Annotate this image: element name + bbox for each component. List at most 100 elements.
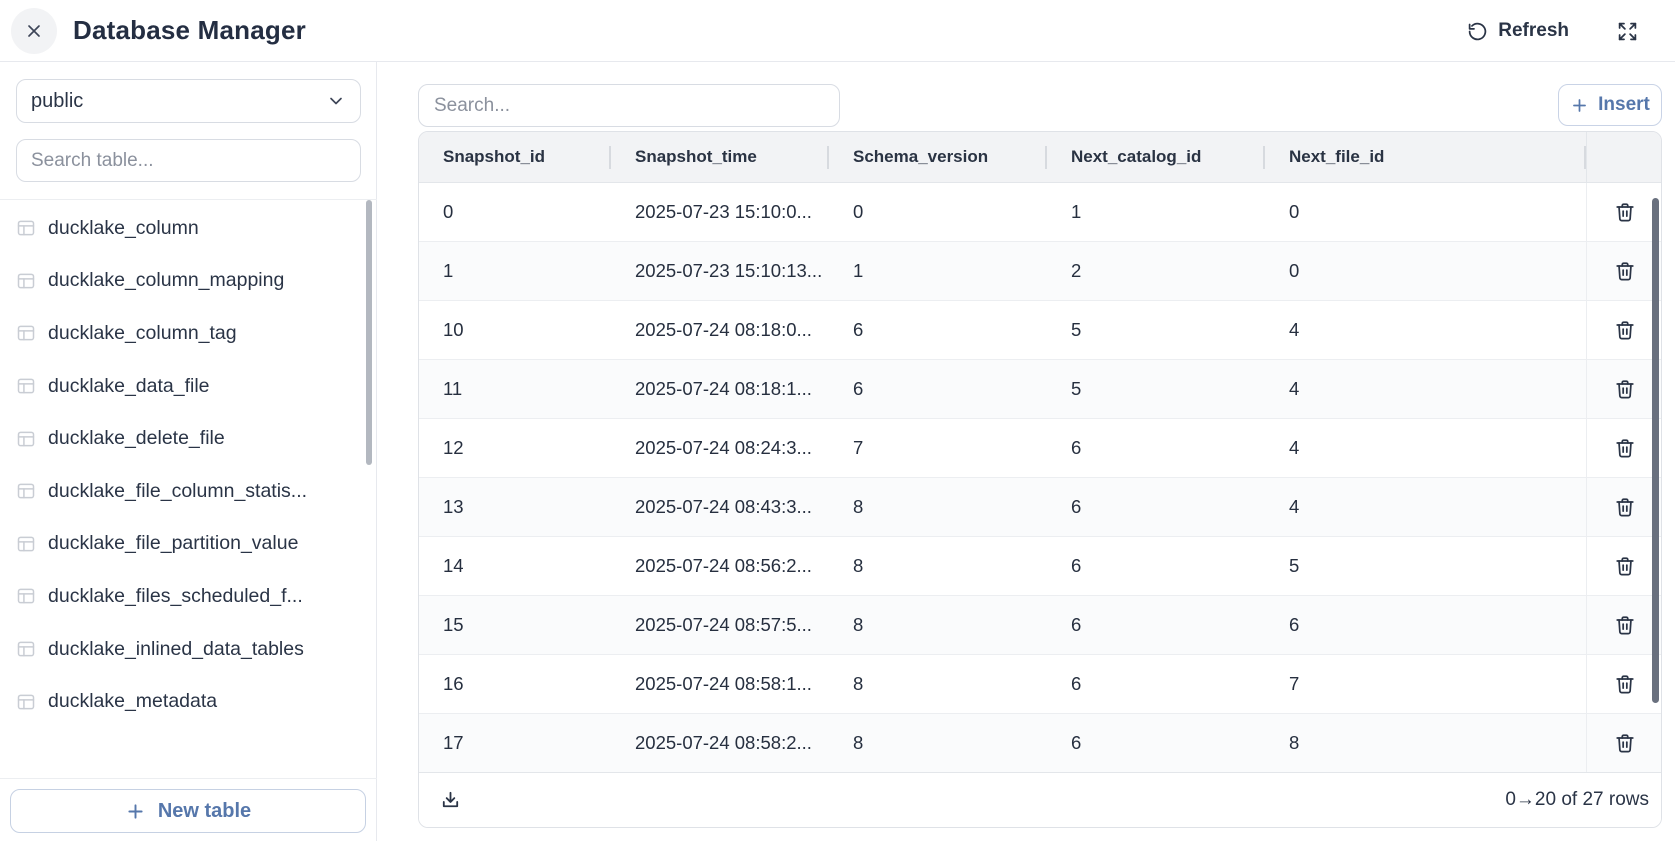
table-item-label: ducklake_metadata	[48, 690, 347, 713]
download-button[interactable]	[435, 785, 466, 816]
cell-next_catalog_id: 6	[1047, 419, 1265, 478]
table-row[interactable]: 122025-07-24 08:24:3...764	[419, 419, 1661, 478]
cell-snapshot_id: 15	[419, 596, 611, 655]
table-item-menu-button[interactable]	[347, 382, 359, 390]
cell-actions	[1586, 183, 1661, 242]
column-header-actions	[1586, 132, 1662, 182]
table-search-input[interactable]	[16, 139, 361, 182]
cell-actions	[1586, 301, 1661, 360]
download-icon	[439, 789, 462, 812]
table-item-menu-button[interactable]	[347, 698, 359, 706]
table-item-label: ducklake_file_column_statis...	[48, 480, 347, 503]
sidebar-scrollbar[interactable]	[366, 200, 372, 465]
cell-snapshot_id: 14	[419, 537, 611, 596]
cell-next_file_id: 4	[1265, 419, 1586, 478]
topbar: Database Manager Refresh	[0, 0, 1675, 62]
cell-actions	[1586, 596, 1661, 655]
table-row[interactable]: 172025-07-24 08:58:2...868	[419, 714, 1661, 773]
cell-next_file_id: 5	[1265, 537, 1586, 596]
row-search-input[interactable]	[418, 84, 840, 127]
table-item-label: ducklake_files_scheduled_f...	[48, 585, 347, 608]
table-scrollbar[interactable]	[1652, 198, 1659, 703]
cell-actions	[1586, 419, 1661, 478]
cell-next_file_id: 4	[1265, 301, 1586, 360]
table-row[interactable]: 162025-07-24 08:58:1...867	[419, 655, 1661, 714]
delete-row-button[interactable]	[1608, 195, 1642, 229]
table-item-menu-button[interactable]	[347, 329, 359, 337]
sidebar-table-item-ducklake_file_partition_value[interactable]: ducklake_file_partition_value	[0, 518, 377, 571]
delete-row-button[interactable]	[1608, 431, 1642, 465]
row-count-label: 0→20 of 27 rows	[1505, 789, 1649, 811]
sidebar-table-item-ducklake_data_file[interactable]: ducklake_data_file	[0, 360, 377, 413]
table-item-menu-button[interactable]	[347, 224, 359, 232]
delete-row-button[interactable]	[1608, 608, 1642, 642]
table-item-menu-button[interactable]	[347, 592, 359, 600]
cell-snapshot_time: 2025-07-23 15:10:0...	[611, 183, 829, 242]
sidebar-table-item-ducklake_metadata[interactable]: ducklake_metadata	[0, 675, 377, 728]
table-icon	[16, 692, 36, 712]
delete-row-button[interactable]	[1608, 549, 1642, 583]
table-item-menu-button[interactable]	[347, 645, 359, 653]
table-item-menu-button[interactable]	[347, 277, 359, 285]
cell-next_catalog_id: 1	[1047, 183, 1265, 242]
table-row[interactable]: 152025-07-24 08:57:5...866	[419, 596, 1661, 655]
close-icon	[24, 21, 44, 41]
insert-label: Insert	[1598, 94, 1650, 116]
table-row[interactable]: 12025-07-23 15:10:13...120	[419, 242, 1661, 301]
refresh-icon	[1467, 21, 1488, 42]
delete-row-button[interactable]	[1608, 313, 1642, 347]
table-icon	[16, 218, 36, 238]
delete-row-button[interactable]	[1608, 667, 1642, 701]
sidebar-table-item-ducklake_file_column_statis[interactable]: ducklake_file_column_statis...	[0, 465, 377, 518]
sidebar-table-item-ducklake_column_tag[interactable]: ducklake_column_tag	[0, 307, 377, 360]
table-row[interactable]: 02025-07-23 15:10:0...010	[419, 183, 1661, 242]
table-item-menu-button[interactable]	[347, 435, 359, 443]
cell-next_file_id: 6	[1265, 596, 1586, 655]
data-table-body[interactable]: 02025-07-23 15:10:0...010 12025-07-23 15…	[419, 183, 1661, 774]
table-item-label: ducklake_data_file	[48, 375, 347, 398]
insert-button[interactable]: Insert	[1558, 84, 1662, 126]
delete-row-button[interactable]	[1608, 726, 1642, 760]
column-header-snapshot_id[interactable]: Snapshot_id	[419, 132, 611, 182]
column-header-next_file_id[interactable]: Next_file_id	[1265, 132, 1586, 182]
schema-selector[interactable]: public	[16, 79, 361, 123]
cell-snapshot_id: 0	[419, 183, 611, 242]
trash-icon	[1614, 732, 1636, 754]
cell-snapshot_id: 11	[419, 360, 611, 419]
table-row[interactable]: 132025-07-24 08:43:3...864	[419, 478, 1661, 537]
sidebar-table-item-ducklake_column_mapping[interactable]: ducklake_column_mapping	[0, 255, 377, 308]
cell-next_file_id: 4	[1265, 360, 1586, 419]
delete-row-button[interactable]	[1608, 372, 1642, 406]
close-button[interactable]	[11, 8, 57, 54]
table-item-menu-button[interactable]	[347, 540, 359, 548]
table-row[interactable]: 142025-07-24 08:56:2...865	[419, 537, 1661, 596]
column-header-snapshot_time[interactable]: Snapshot_time	[611, 132, 829, 182]
cell-schema_version: 8	[829, 537, 1047, 596]
fullscreen-button[interactable]	[1617, 21, 1638, 42]
sidebar-table-item-ducklake_column[interactable]: ducklake_column	[0, 202, 377, 255]
plus-icon	[125, 801, 146, 822]
table-row[interactable]: 102025-07-24 08:18:0...654	[419, 301, 1661, 360]
column-header-schema_version[interactable]: Schema_version	[829, 132, 1047, 182]
cell-schema_version: 7	[829, 419, 1047, 478]
table-row[interactable]: 112025-07-24 08:18:1...654	[419, 360, 1661, 419]
delete-row-button[interactable]	[1608, 490, 1642, 524]
cell-next_catalog_id: 5	[1047, 301, 1265, 360]
cell-next_catalog_id: 6	[1047, 478, 1265, 537]
delete-row-button[interactable]	[1608, 254, 1642, 288]
cell-next_file_id: 0	[1265, 242, 1586, 301]
sidebar-table-item-ducklake_files_scheduled_f[interactable]: ducklake_files_scheduled_f...	[0, 570, 377, 623]
sidebar-table-item-ducklake_delete_file[interactable]: ducklake_delete_file	[0, 412, 377, 465]
cell-snapshot_time: 2025-07-24 08:58:1...	[611, 655, 829, 714]
new-table-button[interactable]: New table	[10, 789, 366, 833]
expand-icon	[1617, 21, 1638, 42]
sidebar-table-item-ducklake_inlined_data_tables[interactable]: ducklake_inlined_data_tables	[0, 623, 377, 676]
refresh-button[interactable]: Refresh	[1467, 20, 1569, 42]
cell-snapshot_time: 2025-07-24 08:43:3...	[611, 478, 829, 537]
table-list: ducklake_column ducklake_column_mapping …	[0, 199, 377, 728]
cell-actions	[1586, 655, 1661, 714]
table-item-menu-button[interactable]	[347, 487, 359, 495]
cell-snapshot_time: 2025-07-23 15:10:13...	[611, 242, 829, 301]
column-header-next_catalog_id[interactable]: Next_catalog_id	[1047, 132, 1265, 182]
cell-schema_version: 8	[829, 478, 1047, 537]
